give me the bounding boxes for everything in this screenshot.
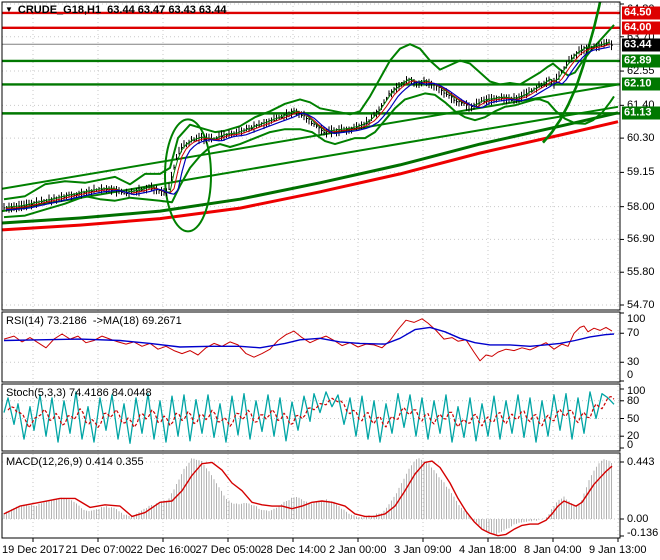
stoch-indicator-label: Stoch(5,3,3) 74.4186 84.0448 bbox=[6, 387, 152, 399]
time-label: 2 Jan 00:00 bbox=[329, 544, 387, 556]
symbol-ohlc-text: CRUDE_G18,H1 63.44 63.47 63.43 63.44 bbox=[17, 4, 227, 16]
chevron-down-icon[interactable]: ▼ bbox=[5, 6, 13, 14]
resistance-level-badge: 64.00 bbox=[622, 21, 660, 35]
stoch-tick-label: 0 bbox=[627, 439, 634, 451]
stoch-tick-label: 50 bbox=[627, 412, 640, 425]
rsi-tick-label: 100 bbox=[627, 313, 646, 325]
price-tick-label: 56.90 bbox=[627, 233, 655, 246]
price-tick-label: 58.00 bbox=[627, 200, 655, 213]
stoch-tick-label: 80 bbox=[627, 394, 640, 407]
time-label: 9 Jan 13:00 bbox=[589, 544, 647, 556]
time-label: 22 Dec 16:00 bbox=[130, 544, 196, 556]
trading-chart-window: ▼ CRUDE_G18,H1 63.44 63.47 63.43 63.44 R… bbox=[0, 0, 660, 560]
macd-tick-label: 0.443 bbox=[627, 456, 655, 468]
support-level-badge: 62.10 bbox=[622, 77, 660, 91]
time-label: 8 Jan 04:00 bbox=[524, 544, 582, 556]
time-label: 28 Dec 14:00 bbox=[260, 544, 326, 556]
price-tick-label: 54.70 bbox=[627, 299, 655, 311]
macd-indicator-label: MACD(12,26,9) 0.414 0.355 bbox=[6, 456, 144, 468]
macd-tick-label: -0.136 bbox=[627, 527, 659, 539]
chart-canvas[interactable] bbox=[0, 0, 660, 560]
time-label: 3 Jan 09:00 bbox=[394, 544, 452, 556]
support-level-badge: 61.13 bbox=[622, 106, 660, 120]
current-price-badge: 63.44 bbox=[622, 38, 660, 52]
macd-tick-label: 0.00 bbox=[627, 513, 649, 525]
time-label: 21 Dec 07:00 bbox=[65, 544, 131, 556]
price-tick-label: 60.30 bbox=[627, 132, 655, 145]
time-label: 27 Dec 05:00 bbox=[195, 544, 261, 556]
rsi-tick-label: 0 bbox=[627, 369, 634, 381]
time-label: 4 Jan 18:00 bbox=[459, 544, 517, 556]
rsi-tick-label: 70 bbox=[627, 327, 640, 340]
price-tick-label: 59.15 bbox=[627, 166, 655, 179]
symbol-title: ▼ CRUDE_G18,H1 63.44 63.47 63.43 63.44 bbox=[5, 4, 226, 16]
time-label: 19 Dec 2017 bbox=[2, 544, 65, 556]
resistance-level-badge: 64.50 bbox=[622, 6, 660, 20]
price-tick-label: 55.80 bbox=[627, 266, 655, 279]
support-level-badge: 62.89 bbox=[622, 54, 660, 68]
rsi-indicator-label: RSI(14) 73.2186 ->MA(18) 69.2671 bbox=[6, 315, 182, 327]
rsi-tick-label: 30 bbox=[627, 356, 640, 369]
